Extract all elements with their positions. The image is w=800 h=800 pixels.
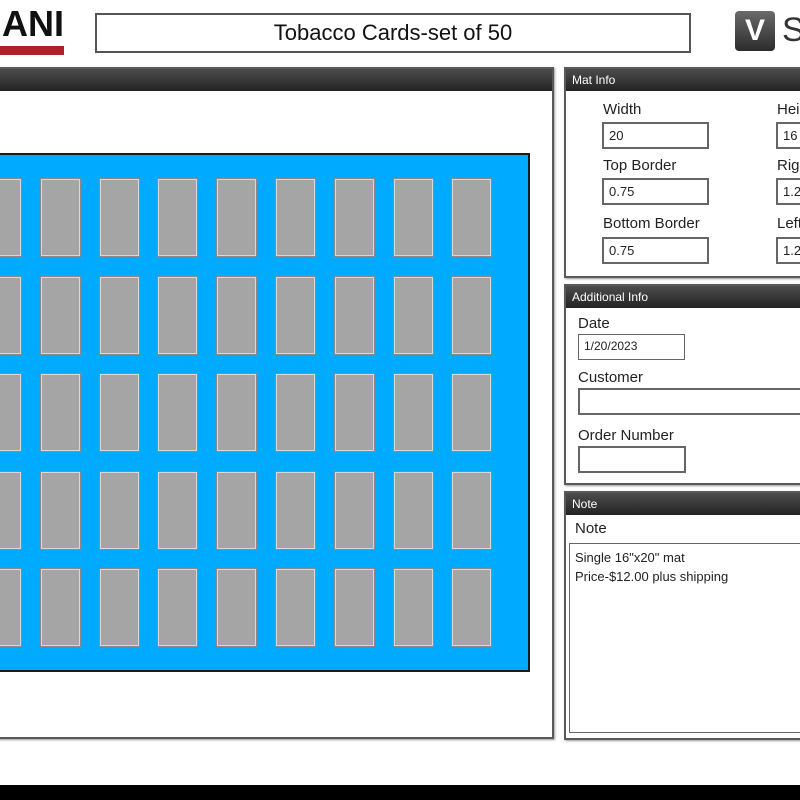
card-opening — [157, 568, 198, 647]
card-opening — [451, 373, 492, 452]
bottom-border-input[interactable]: 0.75 — [602, 237, 709, 264]
order-number-input[interactable] — [578, 446, 686, 473]
card-opening — [451, 471, 492, 550]
card-opening — [216, 568, 257, 647]
brand-name: S — [782, 11, 800, 49]
card-opening — [99, 276, 140, 355]
card-opening — [40, 373, 81, 452]
note-textarea[interactable]: Single 16"x20" mat Price-$12.00 plus shi… — [569, 543, 800, 733]
card-opening — [0, 568, 22, 647]
project-title[interactable]: Tobacco Cards-set of 50 — [95, 13, 691, 53]
note-label: Note — [575, 520, 607, 537]
card-opening — [157, 178, 198, 257]
card-opening — [40, 471, 81, 550]
top-border-input[interactable]: 0.75 — [602, 178, 709, 205]
mat-preview[interactable] — [0, 153, 530, 672]
card-opening — [0, 373, 22, 452]
date-input[interactable]: 1/20/2023 — [578, 334, 685, 360]
note-line-1: Single 16"x20" mat — [575, 550, 685, 565]
card-opening — [99, 568, 140, 647]
top-border-label: Top Border — [603, 157, 677, 174]
bottom-bar — [0, 785, 800, 800]
brand-logo-mark: V — [744, 14, 765, 47]
card-opening — [334, 373, 375, 452]
card-opening — [451, 178, 492, 257]
card-opening — [393, 276, 434, 355]
order-number-label: Order Number — [578, 427, 674, 444]
customer-input[interactable] — [578, 388, 800, 415]
card-opening — [275, 276, 316, 355]
card-opening — [393, 373, 434, 452]
note-line-2: Price-$12.00 plus shipping — [575, 569, 729, 584]
card-opening — [216, 178, 257, 257]
card-opening — [275, 373, 316, 452]
mat-info-header: Mat Info — [566, 69, 800, 91]
height-label: Hei — [777, 101, 800, 118]
card-opening — [40, 568, 81, 647]
mat-preview-panel — [0, 67, 554, 739]
card-opening — [0, 178, 22, 257]
card-opening — [451, 568, 492, 647]
width-input[interactable]: 20 — [602, 122, 709, 149]
logo-accent-bar — [0, 46, 64, 55]
mat-preview-header — [0, 69, 552, 91]
card-opening — [0, 471, 22, 550]
card-opening — [393, 568, 434, 647]
height-input[interactable]: 16 — [776, 122, 800, 149]
width-label: Width — [603, 101, 642, 118]
card-opening — [275, 178, 316, 257]
card-opening — [99, 178, 140, 257]
card-opening — [157, 276, 198, 355]
company-logo: ANI — [0, 4, 64, 44]
card-opening — [334, 568, 375, 647]
customer-label: Customer — [578, 369, 644, 386]
brand-logo-icon: V — [735, 11, 775, 51]
card-opening — [334, 471, 375, 550]
date-label: Date — [578, 315, 610, 332]
card-opening — [216, 373, 257, 452]
card-opening — [157, 471, 198, 550]
card-opening — [216, 276, 257, 355]
left-border-input[interactable]: 1.2 — [776, 237, 800, 264]
card-opening — [393, 471, 434, 550]
card-opening — [334, 178, 375, 257]
right-border-label: Rig — [777, 157, 800, 174]
left-border-label: Left — [777, 215, 800, 232]
card-opening — [216, 471, 257, 550]
card-opening — [334, 276, 375, 355]
note-header: Note — [566, 493, 800, 515]
additional-info-header: Additional Info — [566, 286, 800, 308]
logo-text: ANI — [2, 4, 64, 44]
mat-info-panel: Mat Info Width 20 Hei 16 Top Border 0.75… — [564, 67, 800, 278]
card-opening — [99, 471, 140, 550]
note-panel: Note Note Single 16"x20" mat Price-$12.0… — [564, 491, 800, 740]
card-opening — [275, 471, 316, 550]
card-opening — [99, 373, 140, 452]
card-opening — [275, 568, 316, 647]
card-opening — [157, 373, 198, 452]
card-opening — [40, 276, 81, 355]
card-opening — [393, 178, 434, 257]
bottom-border-label: Bottom Border — [603, 215, 700, 232]
additional-info-panel: Additional Info Date 1/20/2023 Customer … — [564, 284, 800, 485]
right-border-input[interactable]: 1.2 — [776, 178, 800, 205]
card-opening — [0, 276, 22, 355]
card-opening — [451, 276, 492, 355]
card-opening — [40, 178, 81, 257]
project-title-text: Tobacco Cards-set of 50 — [273, 20, 513, 45]
